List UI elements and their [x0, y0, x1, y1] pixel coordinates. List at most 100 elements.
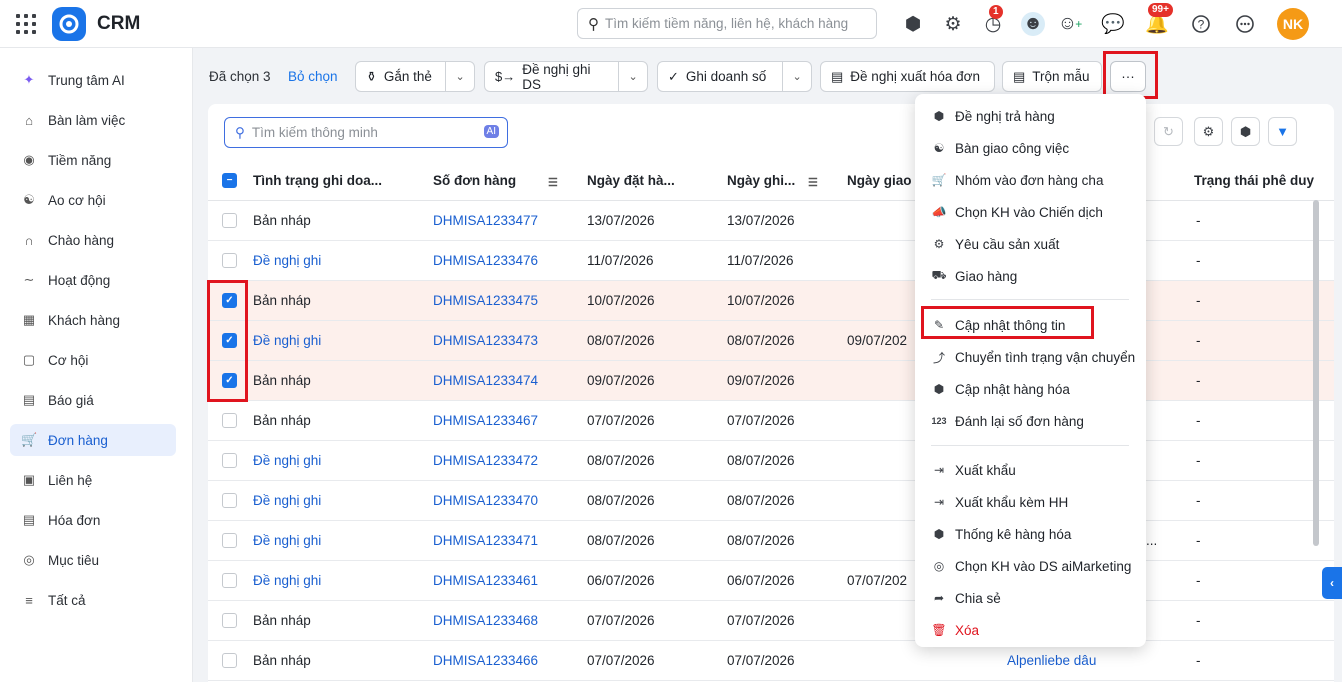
column-record-date[interactable]: Ngày ghi... — [727, 173, 795, 188]
settings-icon[interactable]: ⚙ — [1194, 117, 1223, 146]
column-delivery-date[interactable]: Ngày giao — [847, 173, 912, 188]
table-row[interactable]: Đề nghị ghi DHMISA1233476 11/07/2026 11/07/… — [208, 241, 1334, 281]
menu-item-export[interactable]: ⇥ Xuất khẩu — [915, 454, 1146, 486]
propose-sales-dropdown-chevron-icon[interactable]: ⌄ — [618, 62, 647, 91]
menu-item-numbering[interactable]: 123 Đánh lại số đơn hàng — [915, 405, 1146, 437]
table-row[interactable]: Bản nháp DHMISA1233468 07/07/2026 07/07/202… — [208, 601, 1334, 641]
menu-item-trash[interactable]: 🗑 Xóa — [915, 614, 1146, 646]
propose-invoice-button[interactable]: ▤ Đề nghị xuất hóa đơn — [820, 61, 995, 92]
sidebar-item-opportunities[interactable]: ▢ Cơ hội — [10, 344, 176, 376]
sidebar-item-contacts[interactable]: ▣ Liên hệ — [10, 464, 176, 496]
status-cell[interactable]: Đề nghị ghi — [253, 573, 321, 588]
mail-merge-button[interactable]: ▤ Trộn mẫu — [1002, 61, 1102, 92]
table-row[interactable]: Bản nháp DHMISA1233466 07/07/2026 07/07/202… — [208, 641, 1334, 681]
table-row[interactable]: Đề nghị ghi DHMISA1233470 08/07/2026 08/07/… — [208, 481, 1334, 521]
row-checkbox[interactable] — [222, 253, 237, 268]
order-number-link[interactable]: DHMISA1233461 — [433, 573, 538, 588]
menu-item-truck[interactable]: ⛟ Giao hàng — [915, 260, 1146, 292]
order-number-link[interactable]: DHMISA1233475 — [433, 293, 538, 308]
record-sales-dropdown-chevron-icon[interactable]: ⌄ — [782, 62, 811, 91]
table-row[interactable]: Bản nháp DHMISA1233477 13/07/2026 13/07/202… — [208, 201, 1334, 241]
sidebar-item-activities[interactable]: ∼ Hoạt động — [10, 264, 176, 296]
menu-item-handover[interactable]: ☯ Bàn giao công việc — [915, 132, 1146, 164]
order-number-link[interactable]: DHMISA1233471 — [433, 533, 538, 548]
sidebar-item-quotes[interactable]: ▤ Báo giá — [10, 384, 176, 416]
row-checkbox[interactable] — [222, 573, 237, 588]
sidebar-item-offers[interactable]: ∩ Chào hàng — [10, 224, 176, 256]
sidebar-item-orders[interactable]: 🛒 Đơn hàng — [10, 424, 176, 456]
sidebar-item-goals[interactable]: ◎ Mục tiêu — [10, 544, 176, 576]
table-row[interactable]: Đề nghị ghi DHMISA1233471 08/07/2026 08/07/… — [208, 521, 1334, 561]
vertical-scrollbar[interactable] — [1313, 200, 1319, 546]
table-row[interactable]: ✓ Đề nghị ghi DHMISA1233473 08/07/2026 08/07… — [208, 321, 1334, 361]
menu-item-target-list[interactable]: ◎ Chọn KH vào DS aiMarketing — [915, 550, 1146, 582]
sidebar-item-opportunity-pool[interactable]: ☯ Ao cơ hội — [10, 184, 176, 216]
order-number-link[interactable]: DHMISA1233470 — [433, 493, 538, 508]
status-cell[interactable]: Đề nghị ghi — [253, 333, 321, 348]
order-number-link[interactable]: DHMISA1233473 — [433, 333, 538, 348]
row-checkbox[interactable] — [222, 533, 237, 548]
tag-dropdown-chevron-icon[interactable]: ⌄ — [445, 62, 474, 91]
table-row[interactable]: Đề nghị ghi DHMISA1233461 06/07/2026 06/07/… — [208, 561, 1334, 601]
help-icon[interactable]: ? — [1189, 12, 1213, 36]
user-avatar[interactable]: NK — [1277, 8, 1309, 40]
order-number-link[interactable]: DHMISA1233466 — [433, 653, 538, 668]
row-checkbox[interactable] — [222, 453, 237, 468]
column-order-date[interactable]: Ngày đặt hà... — [587, 173, 675, 188]
refresh-icon[interactable]: ↻ — [1154, 117, 1183, 146]
table-row[interactable]: ✓ Bản nháp DHMISA1233475 10/07/2026 10/07/20… — [208, 281, 1334, 321]
menu-item-route[interactable]: ⤴ Chuyển tình trạng vận chuyển — [915, 341, 1146, 373]
row-checkbox[interactable] — [222, 213, 237, 228]
global-search-input[interactable]: ⚲ Tìm kiếm tiềm năng, liên hệ, khách hàn… — [577, 8, 877, 39]
tag-button[interactable]: ⚱ Gắn thẻ — [356, 62, 445, 91]
status-cell[interactable]: Đề nghị ghi — [253, 453, 321, 468]
menu-item-return-box[interactable]: ⬢ Đề nghị trả hàng — [915, 100, 1146, 132]
menu-item-stats-box[interactable]: ⬢ Thống kê hàng hóa — [915, 518, 1146, 550]
sidebar-item-workspace[interactable]: ⌂ Bàn làm việc — [10, 104, 176, 136]
row-checkbox[interactable] — [222, 493, 237, 508]
menu-item-share[interactable]: ➦ Chia sẻ — [915, 582, 1146, 614]
menu-item-box[interactable]: ⬢ Cập nhật hàng hóa — [915, 373, 1146, 405]
order-number-link[interactable]: DHMISA1233472 — [433, 453, 538, 468]
add-user-icon[interactable]: ☺ + — [1058, 12, 1082, 36]
more-apps-icon[interactable] — [1233, 12, 1257, 36]
filter-lines-icon[interactable]: ☰ — [548, 176, 558, 189]
crm-logo-icon[interactable] — [52, 7, 86, 41]
table-row[interactable]: Bản nháp DHMISA1233467 07/07/2026 07/07/202… — [208, 401, 1334, 441]
app-launcher-icon[interactable] — [16, 14, 36, 34]
menu-item-export-goods[interactable]: ⇥ Xuất khẩu kèm HH — [915, 486, 1146, 518]
sidebar-item-prospects[interactable]: ◉ Tiềm năng — [10, 144, 176, 176]
order-number-link[interactable]: DHMISA1233467 — [433, 413, 538, 428]
table-row[interactable]: Đề nghị ghi DHMISA1233472 08/07/2026 08/07/… — [208, 441, 1334, 481]
box-search-icon[interactable]: ⬢ — [901, 12, 925, 36]
chat-icon[interactable]: 💬 — [1101, 12, 1125, 36]
order-number-link[interactable]: DHMISA1233476 — [433, 253, 538, 268]
cube-icon[interactable]: ⬢ — [1231, 117, 1260, 146]
status-cell[interactable]: Đề nghị ghi — [253, 253, 321, 268]
collapse-panel-chevron-icon[interactable]: ‹ — [1322, 567, 1342, 599]
select-all-checkbox[interactable]: − — [222, 173, 237, 188]
status-cell[interactable]: Đề nghị ghi — [253, 533, 321, 548]
clear-selection-link[interactable]: Bỏ chọn — [288, 69, 338, 84]
order-number-link[interactable]: DHMISA1233474 — [433, 373, 538, 388]
row-checkbox[interactable] — [222, 413, 237, 428]
filter-icon[interactable]: ▼ — [1268, 117, 1297, 146]
sidebar-item-ai-center[interactable]: ✦ Trung tâm AI — [10, 64, 176, 96]
bell-icon[interactable]: 🔔 99+ — [1145, 3, 1173, 36]
menu-item-megaphone[interactable]: 📣 Chọn KH vào Chiến dịch — [915, 196, 1146, 228]
settings-gear-icon[interactable]: ⚙ — [941, 12, 965, 36]
table-row[interactable]: ✓ Bản nháp DHMISA1233474 09/07/2026 09/07/20… — [208, 361, 1334, 401]
order-number-link[interactable]: DHMISA1233477 — [433, 213, 538, 228]
column-approval-status[interactable]: Trạng thái phê duy — [1194, 173, 1314, 188]
order-number-link[interactable]: DHMISA1233468 — [433, 613, 538, 628]
menu-item-gear[interactable]: ⚙ Yêu cầu sản xuất — [915, 228, 1146, 260]
smart-search-input[interactable]: ⚲ Tìm kiếm thông minh AI — [224, 117, 508, 148]
record-sales-button[interactable]: ✓ Ghi doanh số — [658, 62, 782, 91]
sidebar-item-customers[interactable]: ▦ Khách hàng — [10, 304, 176, 336]
clock-icon[interactable]: ◷ 1 — [981, 5, 1005, 36]
propose-sales-button[interactable]: $→ Đề nghị ghi DS — [485, 62, 618, 92]
menu-item-cart-group[interactable]: 🛒 Nhóm vào đơn hàng cha — [915, 164, 1146, 196]
column-order-no[interactable]: Số đơn hàng — [433, 173, 516, 188]
sidebar-item-invoices[interactable]: ▤ Hóa đơn — [10, 504, 176, 536]
sidebar-item-all[interactable]: ≡ Tất cả — [10, 584, 176, 616]
